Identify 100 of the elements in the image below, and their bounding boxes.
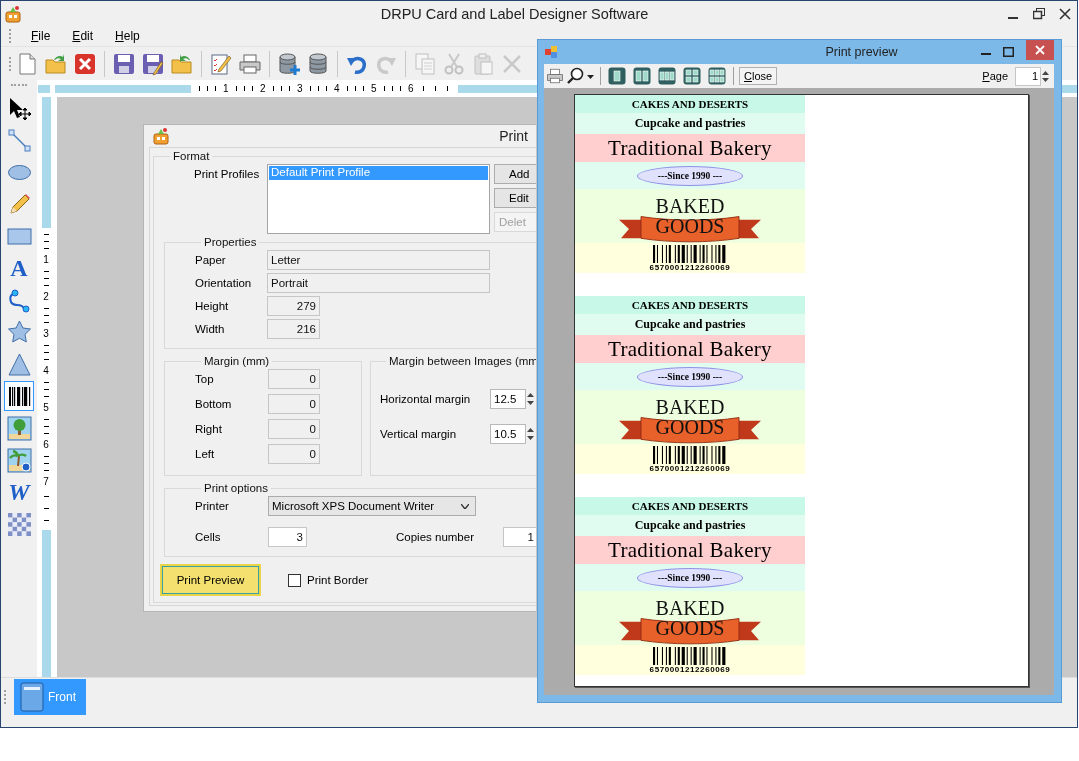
text-tool[interactable]: A — [4, 253, 34, 283]
number-field[interactable]: 1 — [503, 527, 536, 547]
page-layout-icon[interactable] — [683, 67, 701, 85]
profile-button[interactable]: Edit — [494, 188, 536, 208]
barcode-number: 6570001212260069 — [649, 463, 731, 473]
save-pencil-icon[interactable] — [141, 51, 165, 76]
close-button[interactable] — [1026, 40, 1054, 60]
database-plus-icon[interactable] — [277, 51, 301, 76]
ruler-number: 3 — [43, 329, 49, 339]
badge-word: BAKED — [655, 196, 725, 216]
group-title: Format — [172, 150, 211, 162]
wordart-tool[interactable]: W — [4, 477, 34, 507]
ruler-number: 1 — [222, 83, 229, 94]
page-layout-icon[interactable] — [658, 67, 676, 85]
print-preview-button[interactable]: Print Preview — [160, 564, 261, 596]
book-icon — [20, 681, 44, 712]
triangle-icon — [6, 351, 32, 377]
number-field[interactable]: 3 — [268, 527, 307, 547]
save-icon[interactable] — [112, 51, 136, 76]
number-field[interactable]: 0 — [268, 369, 320, 389]
spin-arrows-icon[interactable] — [526, 426, 535, 442]
zoom-dropdown-icon[interactable] — [567, 67, 595, 85]
bakery-name: Traditional Bakery — [608, 336, 772, 362]
printer-dropdown[interactable]: Microsoft XPS Document Writer — [268, 496, 476, 516]
ruler-number: 1 — [43, 255, 49, 265]
window-title: DRPU Card and Label Designer Software — [380, 5, 649, 22]
field-label: Bottom — [195, 398, 233, 410]
number-field[interactable]: 279 — [267, 296, 320, 316]
close-icon[interactable] — [73, 51, 97, 76]
bakery-name: Traditional Bakery — [608, 537, 772, 563]
number-field[interactable]: 0 — [268, 444, 320, 464]
since-badge: ---Since 1990 --- — [637, 366, 743, 387]
checklist-pencil-icon[interactable] — [209, 51, 233, 76]
ruler-number: 2 — [43, 292, 49, 302]
close-button[interactable]: Close — [739, 67, 778, 85]
ruler-band — [38, 84, 50, 93]
tree-picture-icon — [6, 415, 32, 441]
field-label: Top — [195, 373, 215, 385]
since-badge: ---Since 1990 --- — [637, 567, 743, 588]
field-label: Paper — [195, 254, 227, 266]
ruler-number: 6 — [407, 83, 414, 94]
number-field[interactable]: 0 — [268, 394, 320, 414]
database-icon[interactable] — [306, 51, 330, 76]
badge-word: BAKED — [655, 598, 725, 618]
profile-button[interactable]: Add — [494, 164, 536, 184]
menu-item[interactable]: File — [28, 29, 54, 43]
maximize-icon[interactable] — [1003, 47, 1014, 57]
label-heading: CAKES AND DESERTS — [631, 98, 749, 110]
restore-icon[interactable] — [1033, 7, 1045, 20]
field-label: Printer — [195, 500, 230, 512]
app-icon — [544, 45, 558, 59]
field-label: Width — [195, 323, 226, 335]
field-label: Horizontal margin — [380, 393, 472, 405]
spin-arrows-icon[interactable] — [526, 391, 535, 407]
spin-arrows-icon[interactable] — [1041, 68, 1050, 84]
label-subheading: Cupcake and pastries — [634, 116, 746, 131]
field-label: Copies number — [396, 531, 475, 543]
text-field[interactable]: Letter — [267, 250, 490, 270]
field-label: Left — [195, 448, 216, 460]
close-icon[interactable] — [1059, 7, 1071, 20]
barcode-tool[interactable] — [4, 381, 34, 411]
field-label: Print Profiles — [194, 168, 261, 180]
app-icon — [4, 4, 22, 23]
page-layout-icon[interactable] — [608, 67, 626, 85]
number-field[interactable]: 0 — [268, 419, 320, 439]
text-field[interactable]: Portrait — [267, 273, 490, 293]
printer-icon[interactable] — [546, 67, 564, 85]
field-label: Right — [195, 423, 223, 435]
ruler-number: 4 — [333, 83, 340, 94]
menu-item[interactable]: Edit — [69, 29, 97, 43]
label-heading: CAKES AND DESERTS — [631, 299, 749, 311]
app-icon — [152, 127, 170, 145]
badge-word: BAKED — [655, 397, 725, 417]
picture-library-tool[interactable] — [4, 445, 34, 475]
checker-icon — [6, 511, 32, 537]
number-field[interactable]: 10.5 — [490, 424, 526, 444]
printer-icon[interactable] — [238, 51, 262, 76]
curve-icon — [6, 287, 32, 313]
number-field[interactable]: 216 — [267, 319, 320, 339]
page-label: Page — [982, 70, 1008, 82]
page-layout-icon[interactable] — [708, 67, 726, 85]
page-layout-icon[interactable] — [633, 67, 651, 85]
caret-icon — [461, 503, 469, 509]
star-icon — [6, 319, 32, 345]
label-subheading: Cupcake and pastries — [634, 518, 746, 533]
ruler-number: 3 — [296, 83, 303, 94]
page-field[interactable]: 1 — [1015, 66, 1041, 86]
ruler-number: 5 — [370, 83, 377, 94]
line-icon — [6, 127, 32, 153]
print-border-checkbox[interactable] — [288, 573, 301, 587]
ruler-number: 7 — [43, 477, 49, 487]
field-label: Height — [195, 300, 230, 312]
label-subheading: Cupcake and pastries — [634, 317, 746, 332]
bakery-name: Traditional Bakery — [608, 135, 772, 161]
field-label: Cells — [195, 531, 222, 543]
dialog-title: Print — [499, 128, 528, 144]
group-title: Margin (mm) — [203, 355, 271, 367]
number-field[interactable]: 12.5 — [490, 389, 526, 409]
badge-word: GOODS — [655, 618, 725, 638]
menu-item[interactable]: Help — [112, 29, 143, 43]
